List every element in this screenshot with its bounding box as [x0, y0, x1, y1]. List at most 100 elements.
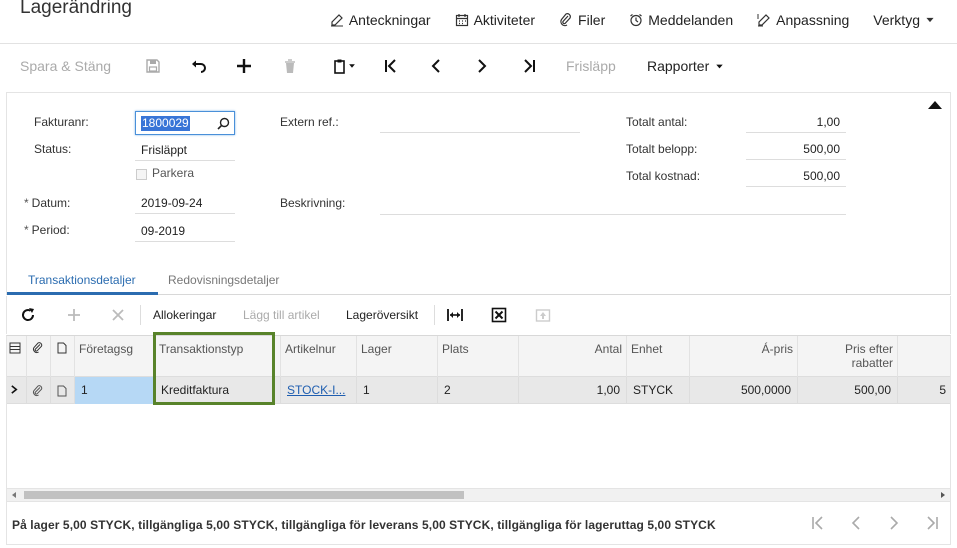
row-selector-header[interactable]	[7, 336, 27, 377]
delete-button[interactable]	[280, 56, 300, 76]
active-tab-indicator	[7, 292, 158, 295]
horizontal-scrollbar[interactable]	[6, 489, 951, 501]
search-icon[interactable]	[217, 117, 230, 130]
scroll-left-icon[interactable]	[12, 492, 16, 498]
calendar-icon	[455, 14, 468, 27]
list-icon	[9, 342, 21, 354]
column-header-branch[interactable]: Företagsg	[75, 336, 155, 377]
column-header-warehouse[interactable]: Lager	[357, 336, 438, 377]
refresh-button[interactable]	[18, 305, 38, 325]
reports-label: Rapporter	[647, 58, 710, 74]
column-header-uom[interactable]: Enhet	[627, 336, 690, 377]
column-header-location[interactable]: Plats	[438, 336, 519, 377]
files-column-header[interactable]	[27, 336, 51, 377]
tab-bar: Transaktionsdetaljer Redovisningsdetalje…	[6, 264, 951, 295]
next-record-button[interactable]	[472, 56, 492, 76]
column-header-qty[interactable]: Antal	[519, 336, 627, 377]
add-item-button[interactable]: Lägg till artikel	[243, 308, 320, 322]
hold-checkbox[interactable]	[136, 169, 147, 180]
cell-location[interactable]: 2	[438, 377, 519, 404]
activities-link[interactable]: Aktiviteter	[455, 12, 535, 28]
cell-item-link[interactable]: STOCK-I...	[281, 377, 357, 404]
tab-accounting-details[interactable]: Redovisningsdetaljer	[168, 273, 279, 287]
close-icon	[112, 309, 124, 321]
column-header-discounted-price[interactable]: Pris efter rabatter	[798, 336, 898, 377]
period-field[interactable]: 09-2019	[135, 220, 235, 242]
availability-text: På lager 5,00 STYCK, tillgängliga 5,00 S…	[12, 518, 716, 532]
total-cost-label: Total kostnad:	[626, 169, 701, 183]
page-title: Lagerändring	[20, 0, 132, 18]
excel-icon	[491, 307, 507, 323]
add-button[interactable]	[234, 56, 254, 76]
add-row-button[interactable]	[64, 305, 84, 325]
cell-qty[interactable]: 1,00	[519, 377, 627, 404]
cell-discounted-price[interactable]: 500,00	[798, 377, 898, 404]
last-icon	[524, 59, 535, 73]
release-button[interactable]: Frisläpp	[566, 58, 616, 74]
document-icon	[57, 342, 67, 354]
upload-button[interactable]	[533, 305, 553, 325]
row-files-cell[interactable]	[27, 377, 51, 404]
grid-toolbar: Allokeringar Lägg till artikel Lageröver…	[6, 296, 951, 334]
first-page-icon[interactable]	[810, 515, 826, 531]
column-header-item[interactable]: Artikelnur	[281, 336, 357, 377]
scrollbar-thumb[interactable]	[24, 491, 464, 499]
paperclip-icon	[33, 342, 43, 353]
top-links: Anteckningar Aktiviteter Filer Meddeland…	[306, 12, 935, 28]
activities-label: Aktiviteter	[473, 12, 536, 28]
grid-header: Företagsg Transaktionstyp Artikelnur Lag…	[7, 336, 950, 377]
fit-width-icon	[447, 309, 463, 321]
cell-unit-price[interactable]: 500,0000	[690, 377, 798, 404]
notes-column-header[interactable]	[51, 336, 75, 377]
last-record-button[interactable]	[519, 56, 539, 76]
previous-page-icon[interactable]	[848, 515, 864, 531]
ext-ref-field[interactable]	[380, 111, 580, 133]
undo-button[interactable]	[189, 56, 209, 76]
notifications-link[interactable]: Meddelanden	[629, 12, 733, 28]
ref-nbr-input[interactable]: 1800029	[135, 111, 235, 135]
scroll-right-icon[interactable]	[941, 492, 945, 498]
first-icon	[385, 59, 396, 73]
tools-menu[interactable]: Verktyg	[873, 12, 935, 28]
cell-warehouse[interactable]: 1	[357, 377, 438, 404]
files-label: Filer	[578, 12, 606, 28]
previous-record-button[interactable]	[426, 56, 446, 76]
chevron-right-icon	[11, 385, 18, 394]
inventory-summary-button[interactable]: Lageröversikt	[346, 308, 418, 322]
date-field[interactable]: 2019-09-24	[135, 192, 235, 214]
status-label: Status:	[34, 142, 72, 156]
reports-menu[interactable]: Rapporter	[647, 58, 724, 74]
total-qty-value: 1,00	[746, 111, 846, 133]
alarm-clock-icon	[630, 14, 643, 27]
description-field[interactable]	[380, 193, 846, 215]
first-record-button[interactable]	[381, 56, 401, 76]
customization-link[interactable]: Anpassning	[757, 12, 849, 28]
row-notes-cell[interactable]	[51, 377, 75, 404]
next-page-icon[interactable]	[886, 515, 902, 531]
tools-label: Verktyg	[873, 12, 920, 28]
cell-uom[interactable]: STYCK	[627, 377, 690, 404]
ext-ref-label: Extern ref.:	[280, 115, 339, 129]
total-amount-label: Totalt belopp:	[626, 142, 698, 156]
row-selector[interactable]	[7, 377, 27, 404]
period-label: * Period:	[24, 223, 70, 237]
required-marker: *	[24, 223, 29, 237]
cell-branch[interactable]: 1	[75, 377, 155, 404]
column-header-unit-price[interactable]: Á-pris	[690, 336, 798, 377]
allocations-button[interactable]: Allokeringar	[153, 308, 216, 322]
cell-overflow[interactable]: 5	[898, 377, 950, 404]
notes-link[interactable]: Anteckningar	[330, 12, 431, 28]
export-excel-button[interactable]	[489, 305, 509, 325]
save-close-button[interactable]: Spara & Stäng	[20, 58, 111, 74]
table-row[interactable]: 1 Kreditfaktura STOCK-I... 1 2 1,00 STYC…	[7, 377, 950, 404]
files-link[interactable]: Filer	[559, 12, 605, 28]
fit-columns-button[interactable]	[445, 305, 465, 325]
delete-row-button[interactable]	[108, 305, 128, 325]
save-button[interactable]	[143, 56, 163, 76]
customization-label: Anpassning	[776, 12, 850, 28]
tab-transaction-details[interactable]: Transaktionsdetaljer	[28, 273, 136, 287]
edit-icon	[330, 14, 343, 27]
collapse-form-icon[interactable]	[928, 101, 942, 109]
last-page-icon[interactable]	[924, 515, 940, 531]
copy-paste-menu[interactable]	[328, 56, 360, 76]
